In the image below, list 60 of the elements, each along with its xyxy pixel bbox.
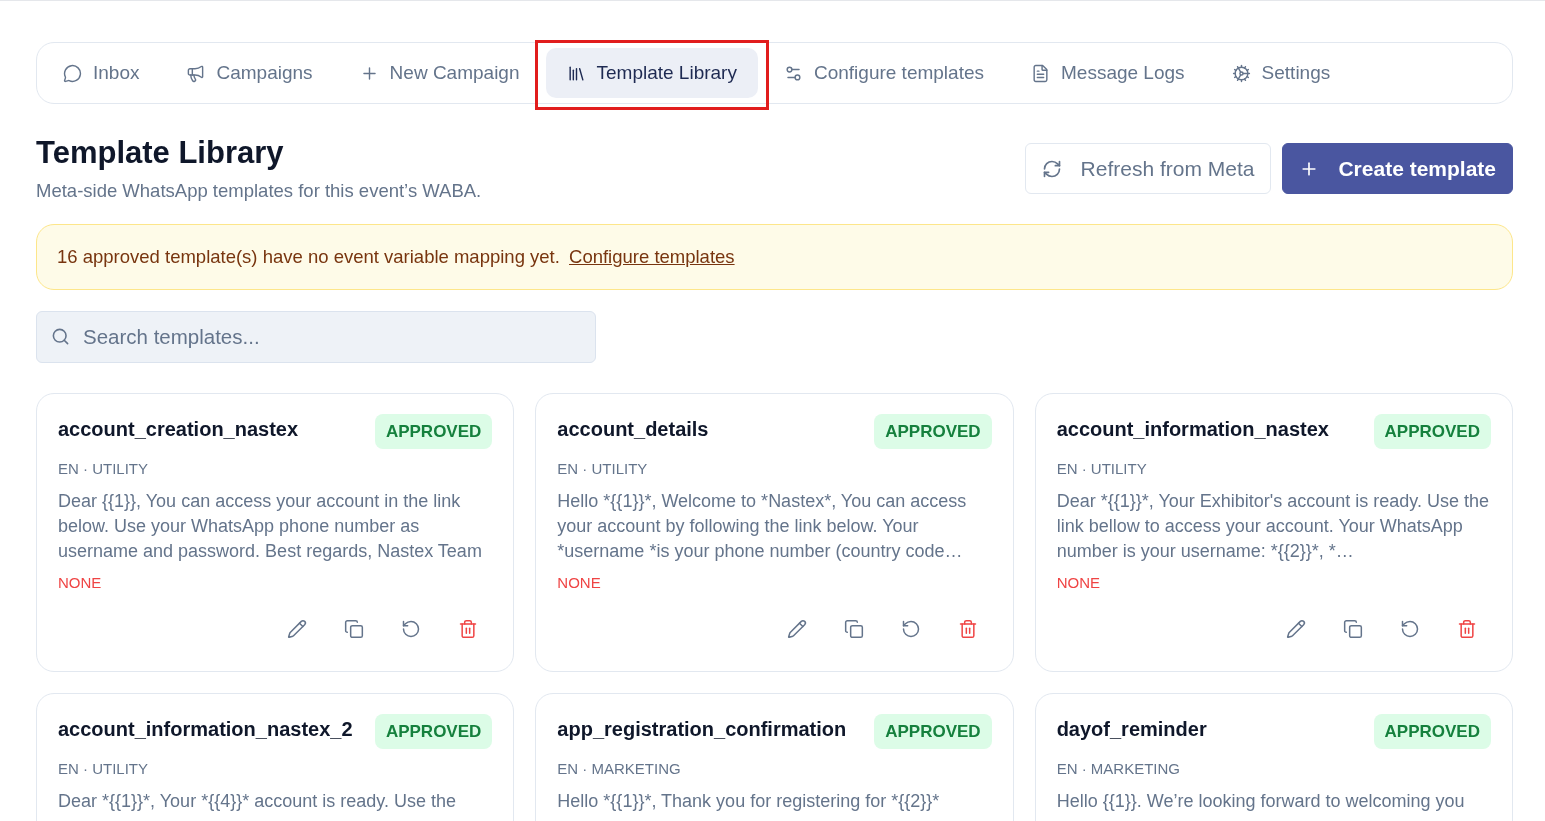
status-badge: APPROVED <box>374 414 493 449</box>
nav-tab[interactable]: Settings <box>1210 48 1352 98</box>
mapping-status: NONE <box>557 573 602 593</box>
template-body: Hello {{1}}. We’re looking forward to welcoming you <box>1056 790 1466 813</box>
page-title: Template Library <box>36 136 285 170</box>
template-meta: EN · UTILITY <box>58 759 149 779</box>
template-body: Hello *{{1}}*, Thank you for registering for *{{2}}* <box>557 790 941 813</box>
search-icon <box>51 327 70 346</box>
template-body: Hello *{{1}}*, Welcome to *Nastex*, You can access your account by following the link below. Your *username *is your phone number (country code… <box>557 490 968 563</box>
copy-icon <box>843 619 864 639</box>
pencil-icon <box>786 619 807 639</box>
page-subtitle: Meta-side WhatsApp templates for this event’s WABA. <box>36 179 482 203</box>
configure-templates-link[interactable]: Configure templates <box>569 246 735 268</box>
template-name: account_information_nastex_2 <box>58 717 353 742</box>
nav-tab[interactable]: New Campaign <box>338 48 541 98</box>
template-meta: EN · MARKETING <box>1056 759 1181 779</box>
pencil-icon <box>1286 619 1306 639</box>
search-field[interactable]: Search templates... <box>36 311 596 363</box>
speech-bubble-icon <box>63 63 82 83</box>
nav-tab[interactable]: Campaigns <box>165 48 334 98</box>
template-name: account_creation_nastex <box>58 417 299 442</box>
status-badge: APPROVED <box>1373 414 1491 449</box>
trash-icon <box>957 619 978 639</box>
trash-icon <box>1457 619 1477 639</box>
notice-text: 16 approved template(s) have no event variable mapping yet. Configure templates <box>57 245 735 270</box>
status-badge: APPROVED <box>1373 714 1491 749</box>
nav-tab[interactable]: Template Library <box>545 48 758 98</box>
template-body: Dear *{{1}}*, Your *{{4}}* account is ready. Use the <box>58 790 457 813</box>
sliders-icon <box>783 63 803 83</box>
trash-icon <box>458 619 479 639</box>
template-name: app_registration_confirmation <box>557 717 847 742</box>
refresh-button[interactable]: Refresh from Meta <box>1024 143 1272 194</box>
status-badge: APPROVED <box>874 714 992 749</box>
copy-icon <box>1343 619 1363 639</box>
rotate-arrow-icon <box>401 619 422 639</box>
template-name: dayof_reminder <box>1056 717 1207 742</box>
document-icon <box>1031 63 1050 83</box>
mapping-status: NONE <box>58 573 103 593</box>
pencil-icon <box>287 619 308 639</box>
template-name: account_information_nastex <box>1056 417 1329 442</box>
megaphone-icon <box>186 63 206 83</box>
template-meta: EN · MARKETING <box>557 759 682 779</box>
copy-icon <box>344 619 365 639</box>
template-name: account_details <box>557 417 709 442</box>
settings-icon <box>1231 63 1251 83</box>
nav-tab[interactable]: Message Logs <box>1010 48 1206 98</box>
template-meta: EN · UTILITY <box>557 459 649 479</box>
template-body: Dear {{1}}, You can access your account in the link below. Use your WhatsApp phone number as username and password. Best regards, Nastex Team <box>58 490 483 563</box>
mapping-status: NONE <box>1056 573 1101 593</box>
rotate-arrow-icon <box>1400 619 1420 639</box>
template-meta: EN · UTILITY <box>58 459 149 479</box>
template-body: Dear *{{1}}*, Your Exhibitor's account is ready. Use the link bellow to access your account. Your WhatsApp number is your username: *{{2}}*, *… <box>1056 490 1491 563</box>
nav-tab[interactable]: Inbox <box>42 48 161 98</box>
refresh-icon <box>1041 158 1062 179</box>
rotate-arrow-icon <box>900 619 921 639</box>
create-template-button[interactable]: Create template <box>1282 143 1513 194</box>
template-meta: EN · UTILITY <box>1056 459 1148 479</box>
status-badge: APPROVED <box>874 414 992 449</box>
status-badge: APPROVED <box>374 714 493 749</box>
nav-tab[interactable]: Configure templates <box>762 48 1005 98</box>
